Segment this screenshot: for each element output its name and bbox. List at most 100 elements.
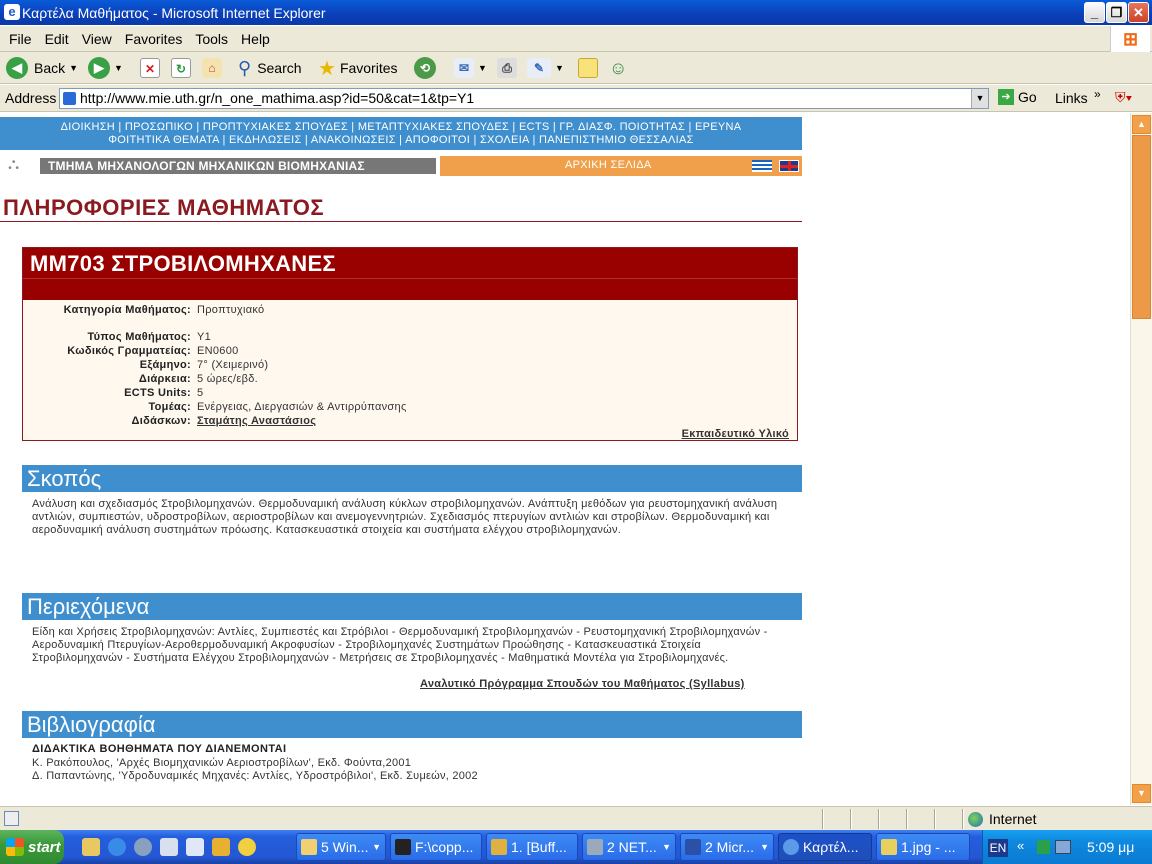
scroll-thumb[interactable] bbox=[1132, 135, 1151, 319]
uk-flag-icon[interactable] bbox=[779, 160, 799, 172]
quicklaunch-ie-icon[interactable] bbox=[108, 838, 126, 856]
home-link[interactable]: ΑΡΧΙΚΗ ΣΕΛΙΔΑ bbox=[565, 159, 652, 171]
note-icon bbox=[578, 58, 598, 78]
messenger-button[interactable]: ☺ bbox=[609, 56, 627, 80]
menu-help[interactable]: Help bbox=[241, 31, 270, 47]
course-title: ΜΜ703 ΣΤΡΟΒΙΛΟΜΗΧΑΝΕΣ bbox=[30, 251, 336, 276]
menu-view[interactable]: View bbox=[82, 31, 112, 47]
menu-favorites[interactable]: Favorites bbox=[125, 31, 183, 47]
scroll-down-icon[interactable]: ▼ bbox=[1132, 784, 1151, 803]
back-dropdown-icon[interactable]: ▼ bbox=[69, 63, 78, 73]
edit-dropdown-icon[interactable]: ▼ bbox=[555, 63, 564, 73]
vertical-scrollbar[interactable]: ▲ ▼ bbox=[1130, 113, 1152, 805]
page-title: ΠΛΗΡΟΦΟΡΙΕΣ ΜΑΘΗΜΑΤΟΣ bbox=[3, 195, 325, 220]
toolbar-extension-icon[interactable]: ⛨▾ bbox=[1115, 89, 1132, 106]
greek-flag-icon[interactable] bbox=[752, 160, 772, 172]
clock[interactable]: 5:09 μμ bbox=[1087, 839, 1134, 855]
quicklaunch-folder-icon[interactable] bbox=[82, 838, 100, 856]
field-value: 7° (Χειμερινό) bbox=[197, 359, 269, 371]
field-key: Τύπος Μαθήματος: bbox=[87, 331, 191, 343]
tray-network-icon[interactable] bbox=[1055, 840, 1071, 854]
menu-file[interactable]: File bbox=[9, 31, 32, 47]
buff-icon bbox=[491, 839, 507, 855]
stop-button[interactable]: ✕ bbox=[140, 56, 160, 80]
title-bar: e Καρτέλα Μαθήματος - Microsoft Internet… bbox=[0, 0, 1152, 25]
address-dropdown-icon[interactable]: ▼ bbox=[971, 89, 988, 108]
console-icon bbox=[395, 839, 411, 855]
field-value: Y1 bbox=[197, 331, 212, 343]
taskbar-button-word[interactable]: 2 Micr... ▼ bbox=[680, 833, 774, 861]
tray-app-icon[interactable] bbox=[1037, 840, 1050, 854]
printer-icon: ⎙ bbox=[497, 58, 517, 78]
favorites-label: Favorites bbox=[339, 60, 398, 76]
nav-line-1[interactable]: ΔΙΟΙΚΗΣΗ | ΠΡΟΣΩΠΙΚΟ | ΠΡΟΠΤΥΧΙΑΚΕΣ ΣΠΟΥ… bbox=[0, 121, 802, 134]
tray-expand-icon[interactable]: « bbox=[1017, 838, 1024, 853]
edit-icon: ✎ bbox=[527, 58, 551, 78]
taskbar-button-net[interactable]: 2 NET... ▼ bbox=[582, 833, 676, 861]
taskbar-button-ie-active[interactable]: Καρτέλ... bbox=[778, 833, 872, 861]
edit-button[interactable]: ✎ ▼ bbox=[527, 56, 564, 80]
start-button[interactable]: start bbox=[0, 830, 64, 864]
quicklaunch-nero-icon[interactable] bbox=[134, 838, 152, 856]
windows-flag-icon bbox=[6, 838, 24, 856]
forward-arrow-icon: ▶ bbox=[88, 57, 110, 79]
quicklaunch-app-icon[interactable] bbox=[186, 838, 204, 856]
maximize-button[interactable]: ❐ bbox=[1106, 2, 1127, 23]
field-value: 5 bbox=[197, 387, 204, 399]
taskbar-button-windows[interactable]: 5 Win... ▼ bbox=[296, 833, 386, 861]
course-info-box: ΜΜ703 ΣΤΡΟΒΙΛΟΜΗΧΑΝΕΣ Κατηγορία Μαθήματο… bbox=[22, 247, 798, 441]
back-button[interactable]: ◀ Back ▼ bbox=[6, 56, 78, 80]
messenger-icon: ☺ bbox=[609, 57, 628, 78]
menu-tools[interactable]: Tools bbox=[195, 31, 228, 47]
discuss-button[interactable] bbox=[578, 56, 598, 80]
favorites-button[interactable]: ★ Favorites bbox=[318, 56, 398, 80]
taskbar-button-paint[interactable]: 1.jpg - ... bbox=[876, 833, 970, 861]
department-name: ΤΜΗΜΑ ΜΗΧΑΝΟΛΟΓΩΝ ΜΗΧΑΝΙΚΩΝ ΒΙΟΜΗΧΑΝΙΑΣ bbox=[40, 158, 436, 174]
mail-button[interactable]: ✉ ▼ bbox=[454, 56, 487, 80]
menu-bar: File Edit View Favorites Tools Help ⊞ bbox=[0, 26, 1152, 52]
refresh-button[interactable]: ↻ bbox=[171, 56, 191, 80]
address-label: Address bbox=[5, 90, 57, 106]
forward-dropdown-icon[interactable]: ▼ bbox=[114, 63, 123, 73]
menu-edit[interactable]: Edit bbox=[45, 31, 69, 47]
ie-app-icon[interactable]: e bbox=[4, 4, 20, 20]
bibliography-item: Δ. Παπαντώνης, 'Υδροδυναμικές Μηχανές: Α… bbox=[32, 770, 478, 782]
history-button[interactable]: ⟲ bbox=[414, 56, 436, 80]
syllabus-link[interactable]: Αναλυτικό Πρόγραμμα Σπουδών του Μαθήματο… bbox=[420, 678, 745, 690]
start-label: start bbox=[28, 838, 61, 856]
language-indicator[interactable]: EN bbox=[988, 839, 1008, 857]
links-chevron-icon[interactable]: » bbox=[1094, 87, 1101, 101]
search-label: Search bbox=[257, 60, 302, 76]
quicklaunch-media-icon[interactable] bbox=[238, 838, 256, 856]
taskbar-button-cmd[interactable]: F:\copp... bbox=[390, 833, 482, 861]
print-button[interactable]: ⎙ bbox=[497, 56, 517, 80]
address-input[interactable]: http://www.mie.uth.gr/n_one_mathima.asp?… bbox=[59, 88, 989, 109]
quicklaunch-mail-icon[interactable] bbox=[160, 838, 178, 856]
search-button[interactable]: ⚲ Search bbox=[238, 56, 302, 80]
quicklaunch-tool-icon[interactable] bbox=[212, 838, 230, 856]
net-icon bbox=[587, 839, 603, 855]
taskbar-button-buff[interactable]: 1. [Buff... bbox=[486, 833, 578, 861]
scroll-up-icon[interactable]: ▲ bbox=[1132, 115, 1151, 134]
minimize-button[interactable]: _ bbox=[1084, 2, 1105, 23]
page-icon bbox=[63, 92, 76, 105]
close-button[interactable]: ✕ bbox=[1128, 2, 1149, 23]
instructor-link[interactable]: Σταμάτης Αναστάσιος bbox=[197, 415, 316, 428]
internet-globe-icon bbox=[968, 811, 983, 827]
field-value: ΕΝ0600 bbox=[197, 345, 239, 357]
address-url: http://www.mie.uth.gr/n_one_mathima.asp?… bbox=[80, 90, 475, 106]
course-header: ΜΜ703 ΣΤΡΟΒΙΛΟΜΗΧΑΝΕΣ bbox=[23, 248, 797, 300]
field-key: ECTS Units: bbox=[124, 387, 191, 399]
go-label: Go bbox=[1018, 89, 1037, 105]
department-banner: ⛬ ΤΜΗΜΑ ΜΗΧΑΝΟΛΟΓΩΝ ΜΗΧΑΝΙΚΩΝ ΒΙΟΜΗΧΑΝΙΑ… bbox=[0, 156, 802, 176]
nav-line-2[interactable]: ΦΟΙΤΗΤΙΚΑ ΘΕΜΑΤΑ | ΕΚΔΗΛΩΣΕΙΣ | ΑΝΑΚΟΙΝΩ… bbox=[0, 134, 802, 147]
educational-material-link[interactable]: Εκπαιδευτικό Υλικό bbox=[682, 428, 789, 440]
go-button[interactable]: ➔ Go bbox=[998, 89, 1037, 105]
ie-icon bbox=[783, 839, 799, 855]
mail-dropdown-icon[interactable]: ▼ bbox=[478, 63, 487, 73]
field-value: 5 ώρες/εβδ. bbox=[197, 373, 258, 385]
links-button[interactable]: Links bbox=[1055, 90, 1088, 106]
forward-button[interactable]: ▶ ▼ bbox=[88, 56, 123, 80]
windows-logo-icon: ⊞ bbox=[1110, 26, 1150, 52]
home-button[interactable]: ⌂ bbox=[202, 56, 222, 80]
